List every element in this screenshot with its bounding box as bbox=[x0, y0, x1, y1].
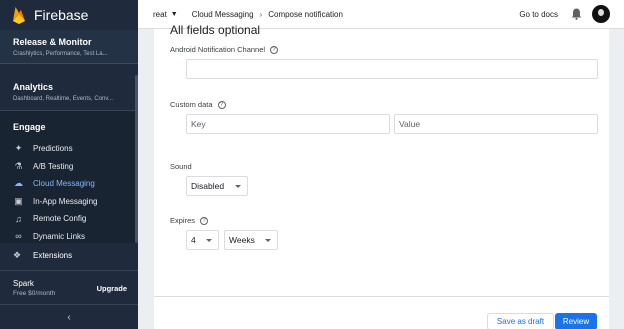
avatar[interactable] bbox=[592, 5, 610, 23]
sidebar-item-label: Remote Config bbox=[33, 214, 87, 224]
expires-label: Expires ? bbox=[170, 216, 209, 225]
section-title: Release & Monitor bbox=[13, 37, 92, 47]
save-as-draft-button[interactable]: Save as draft bbox=[487, 313, 554, 329]
section-subtitle: Crashlytics, Performance, Test La... bbox=[13, 51, 108, 57]
main-content: All fields optional Android Notification… bbox=[138, 23, 624, 329]
expires-unit-value: Weeks bbox=[229, 235, 255, 245]
form-section-title: All fields optional bbox=[170, 23, 261, 37]
sidebar-item-label: In-App Messaging bbox=[33, 196, 98, 206]
sidebar-item-in-app-messaging[interactable]: ▣ In-App Messaging bbox=[0, 193, 138, 211]
channel-label-text: Android Notification Channel bbox=[170, 45, 266, 54]
custom-data-label: Custom data ? bbox=[170, 100, 226, 109]
chevron-left-icon: ‹ bbox=[67, 311, 71, 323]
firebase-logo-icon bbox=[13, 7, 25, 24]
section-subtitle: Dashboard, Realtime, Events, Conv... bbox=[13, 96, 113, 102]
bell-icon[interactable] bbox=[571, 8, 582, 20]
expires-number-value: 4 bbox=[191, 235, 196, 245]
sidebar-item-remote-config[interactable]: ♫ Remote Config bbox=[0, 210, 138, 228]
brand[interactable]: Firebase bbox=[0, 0, 138, 30]
go-to-docs-link[interactable]: Go to docs bbox=[519, 10, 558, 19]
sidebar-item-dynamic-links[interactable]: ∞ Dynamic Links bbox=[0, 228, 138, 246]
nav-section-release[interactable]: Release & Monitor Crashlytics, Performan… bbox=[0, 30, 138, 64]
plan-panel: Spark Free $0/month Upgrade bbox=[0, 270, 138, 302]
link-icon: ∞ bbox=[15, 231, 22, 242]
wand-icon: ✦ bbox=[14, 143, 23, 154]
review-button[interactable]: Review bbox=[555, 313, 597, 329]
breadcrumb-cloud-messaging[interactable]: Cloud Messaging bbox=[192, 10, 254, 19]
help-icon[interactable]: ? bbox=[217, 100, 226, 109]
sidebar-item-ab-testing[interactable]: ⚗ A/B Testing bbox=[0, 158, 138, 176]
upgrade-button[interactable]: Upgrade bbox=[97, 284, 127, 293]
sidebar-item-label: Dynamic Links bbox=[33, 231, 86, 241]
breadcrumb-current: Compose notification bbox=[268, 9, 343, 19]
sidebar-item-extensions[interactable]: ❖ Extensions bbox=[0, 245, 138, 265]
nav-section-analytics[interactable]: Analytics Dashboard, Realtime, Events, C… bbox=[0, 75, 138, 111]
channel-label: Android Notification Channel ? bbox=[170, 45, 279, 54]
custom-data-label-text: Custom data bbox=[170, 100, 213, 109]
expires-number-select[interactable]: 4 bbox=[186, 230, 219, 250]
expires-label-text: Expires bbox=[170, 216, 196, 225]
caret-down-icon bbox=[265, 239, 271, 242]
expires-unit-select[interactable]: Weeks bbox=[224, 230, 278, 250]
extensions-icon: ❖ bbox=[13, 249, 22, 260]
flask-icon: ⚗ bbox=[14, 160, 23, 171]
caret-down-icon bbox=[206, 239, 212, 242]
chevron-right-icon: › bbox=[259, 9, 263, 19]
project-selector[interactable]: reat ▼ bbox=[153, 10, 178, 19]
help-icon[interactable]: ? bbox=[270, 45, 279, 54]
help-icon[interactable]: ? bbox=[200, 216, 209, 225]
custom-data-value-input[interactable]: Value bbox=[394, 114, 598, 134]
custom-data-key-input[interactable]: Key bbox=[186, 114, 390, 134]
sound-label: Sound bbox=[170, 162, 192, 171]
sidebar-item-label: Cloud Messaging bbox=[33, 179, 95, 189]
channel-input[interactable] bbox=[186, 59, 598, 79]
sidebar-item-label: Extensions bbox=[33, 250, 73, 260]
sidebar-item-predictions[interactable]: ✦ Predictions bbox=[0, 140, 138, 158]
sidebar-item-cloud-messaging[interactable]: ☁ Cloud Messaging bbox=[0, 175, 138, 193]
section-title: Engage bbox=[13, 122, 46, 132]
sound-label-text: Sound bbox=[170, 162, 192, 171]
cloud-icon: ☁ bbox=[14, 178, 23, 189]
sound-select-value: Disabled bbox=[191, 181, 225, 191]
collapse-sidebar-button[interactable]: ‹ bbox=[0, 304, 138, 329]
sidebar: Firebase Release & Monitor Crashlytics, … bbox=[0, 0, 138, 329]
section-title: Analytics bbox=[13, 82, 54, 92]
remote-config-icon: ♫ bbox=[15, 213, 22, 224]
sidebar-item-label: A/B Testing bbox=[33, 161, 74, 171]
sound-select[interactable]: Disabled bbox=[186, 176, 248, 196]
project-name: reat bbox=[153, 9, 167, 19]
caret-down-icon bbox=[235, 185, 241, 188]
sidebar-item-label: Predictions bbox=[33, 144, 73, 154]
inapp-message-icon: ▣ bbox=[14, 195, 23, 206]
nav-section-engage: Engage ✦ Predictions ⚗ A/B Testing ☁ Clo… bbox=[0, 111, 138, 243]
value-placeholder: Value bbox=[399, 119, 421, 129]
key-placeholder: Key bbox=[191, 119, 206, 129]
brand-name: Firebase bbox=[34, 7, 89, 23]
caret-down-icon: ▼ bbox=[170, 10, 178, 18]
